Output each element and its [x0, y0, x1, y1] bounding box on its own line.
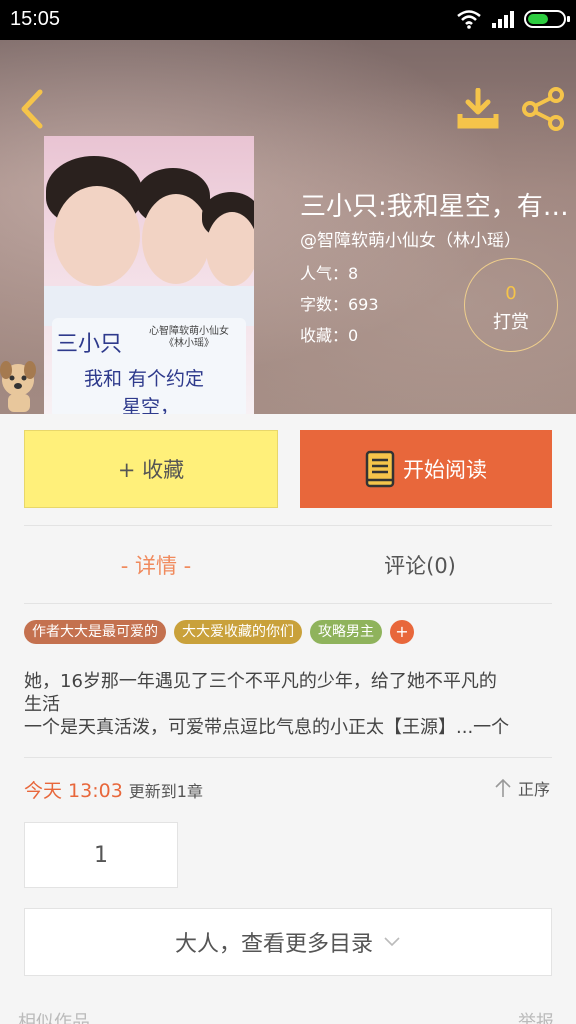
sort-order-button[interactable]: 正序	[494, 776, 550, 800]
divider	[24, 603, 552, 604]
battery-icon	[524, 10, 570, 28]
popularity-stat: 人气：8	[300, 264, 359, 283]
start-reading-button[interactable]: 开始阅读	[300, 430, 552, 508]
tab-detail[interactable]: - 详情 -	[24, 526, 288, 604]
cover-subtitle-text: 我和 有个约定	[84, 368, 205, 390]
back-arrow-icon[interactable]	[14, 86, 50, 132]
share-icon[interactable]	[520, 86, 566, 132]
arrow-up-icon	[495, 778, 511, 797]
tip-count: 0	[505, 283, 517, 304]
description-line: 她，16岁那一年遇见了三个不平凡的少年，给了她不平凡的	[24, 671, 497, 692]
book-cover-image[interactable]: 三小只 心智障软萌小仙女 《林小瑶》 我和 有个约定 星空，	[44, 136, 254, 414]
tag-item[interactable]: 大大爱收藏的你们	[174, 620, 302, 644]
word-count-stat: 字数：693	[300, 295, 379, 314]
tip-button[interactable]: 0 打赏	[464, 258, 558, 352]
chevron-down-icon	[384, 937, 400, 947]
book-description[interactable]: 她，16岁那一年遇见了三个不平凡的少年，给了她不平凡的 生活 一个是天真活泼，可…	[24, 670, 554, 739]
add-tag-button[interactable]: +	[390, 620, 414, 644]
status-time: 15:05	[10, 8, 61, 30]
cover-author-text: 心智障软萌小仙女 《林小瑶》	[149, 326, 229, 349]
download-icon[interactable]	[456, 88, 500, 130]
chapter-item[interactable]: 1	[24, 822, 178, 888]
update-time: 今天 13:03	[24, 780, 123, 802]
book-icon	[365, 450, 395, 488]
cover-title-text: 三小只	[56, 332, 123, 357]
book-author[interactable]: @智障软萌小仙女（林小瑶）	[300, 226, 521, 251]
book-title: 三小只:我和星空，有个约定	[300, 192, 572, 222]
sort-order-label: 正序	[518, 780, 551, 799]
description-line: 一个是天真活泼，可爱带点逗比气息的小正太【王源】...一个	[24, 717, 510, 738]
collect-button[interactable]: + 收藏	[24, 430, 278, 508]
tab-comments[interactable]: 评论(0)	[288, 526, 552, 604]
signal-icon	[492, 10, 514, 28]
view-more-catalog-button[interactable]: 大人，查看更多目录	[24, 908, 552, 976]
status-icons	[456, 9, 570, 29]
tag-item[interactable]: 作者大大是最可爱的	[24, 620, 166, 644]
book-header: 三小只 心智障软萌小仙女 《林小瑶》 我和 有个约定 星空， 三小只:我和星空，…	[0, 40, 576, 414]
favorites-stat: 收藏：0	[300, 326, 359, 345]
description-line: 生活	[24, 694, 60, 715]
divider	[24, 757, 552, 758]
update-text: 更新到1章	[128, 782, 203, 801]
tip-label: 打赏	[493, 312, 529, 333]
dog-mascot-icon	[0, 361, 36, 412]
tag-list: 作者大大是最可爱的 大大爱收藏的你们 攻略男主 +	[24, 620, 414, 644]
view-more-catalog-label: 大人，查看更多目录	[174, 932, 373, 957]
update-info: 今天 13:03 更新到1章	[24, 776, 203, 803]
start-reading-label: 开始阅读	[403, 458, 487, 482]
similar-works-heading: 相似作品	[18, 1012, 90, 1024]
status-bar: 15:05	[0, 0, 576, 40]
cover-subtitle-text-2: 星空，	[122, 396, 180, 414]
tag-item[interactable]: 攻略男主	[310, 620, 382, 644]
wifi-icon	[457, 10, 481, 29]
report-link[interactable]: 举报	[518, 1008, 554, 1024]
